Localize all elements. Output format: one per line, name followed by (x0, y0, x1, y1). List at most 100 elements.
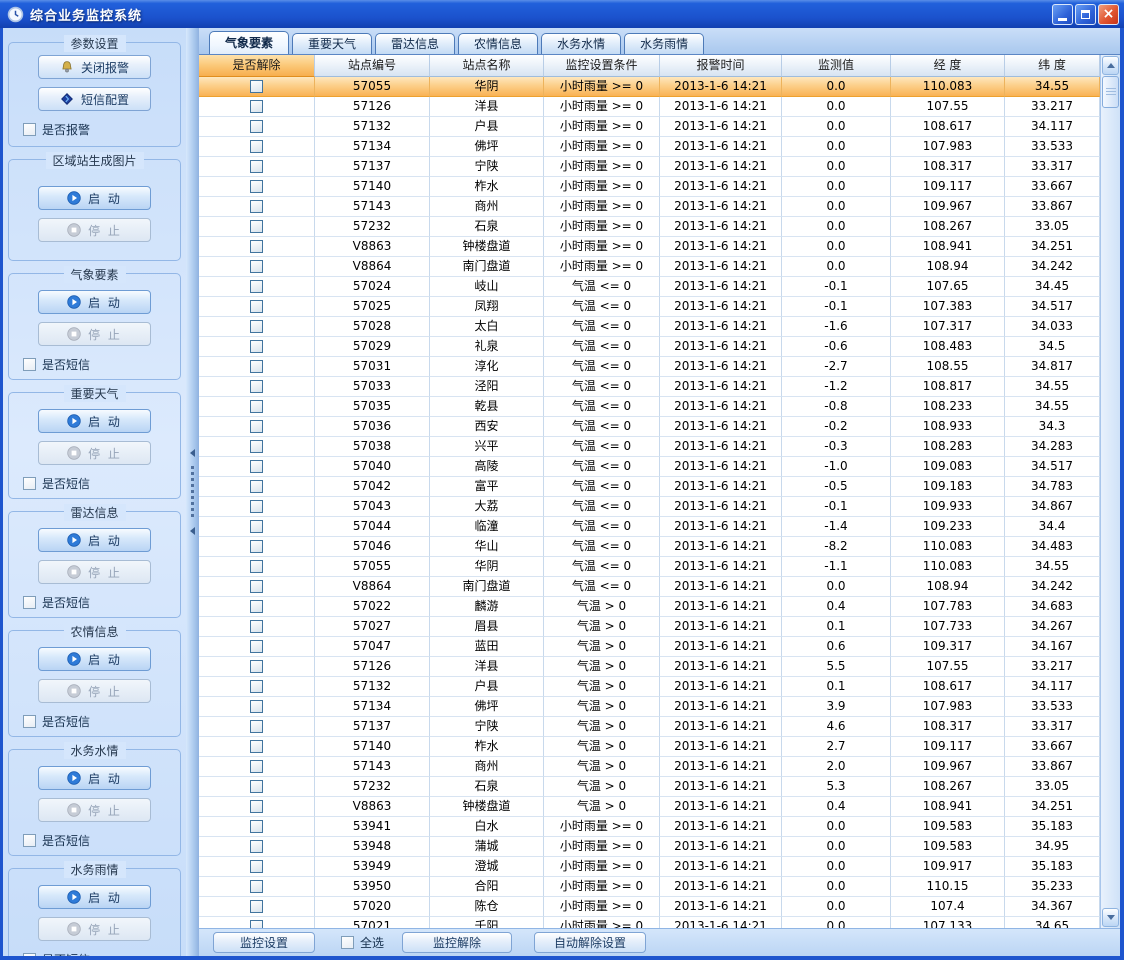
column-header-4[interactable]: 报警时间 (660, 55, 782, 77)
row-unlock-checkbox[interactable] (250, 200, 263, 213)
row-unlock-checkbox[interactable] (250, 840, 263, 853)
start-button[interactable]: 启 动 (38, 186, 151, 210)
tab-3[interactable]: 农情信息 (458, 33, 538, 54)
table-row[interactable]: 53948 蒲城 小时雨量 >= 0 2013-1-6 14:21 0.0 10… (199, 837, 1100, 857)
start-button[interactable]: 启 动 (38, 647, 151, 671)
stop-button[interactable]: 停 止 (38, 218, 151, 242)
row-unlock-checkbox[interactable] (250, 180, 263, 193)
table-row[interactable]: 57143 商州 气温 > 0 2013-1-6 14:21 2.0 109.9… (199, 757, 1100, 777)
column-header-5[interactable]: 监测值 (782, 55, 891, 77)
row-unlock-checkbox[interactable] (250, 900, 263, 913)
table-row[interactable]: 57025 凤翔 气温 <= 0 2013-1-6 14:21 -0.1 107… (199, 297, 1100, 317)
row-unlock-checkbox[interactable] (250, 120, 263, 133)
alarm-enabled-checkbox[interactable]: 是否报警 (23, 121, 180, 138)
tab-2[interactable]: 雷达信息 (375, 33, 455, 54)
sms-checkbox[interactable]: 是否短信 (23, 832, 180, 849)
table-row[interactable]: 57232 石泉 小时雨量 >= 0 2013-1-6 14:21 0.0 10… (199, 217, 1100, 237)
table-row[interactable]: 57038 兴平 气温 <= 0 2013-1-6 14:21 -0.3 108… (199, 437, 1100, 457)
table-row[interactable]: 53950 合阳 小时雨量 >= 0 2013-1-6 14:21 0.0 11… (199, 877, 1100, 897)
vertical-scrollbar[interactable] (1100, 55, 1120, 928)
row-unlock-checkbox[interactable] (250, 260, 263, 273)
stop-button[interactable]: 停 止 (38, 917, 151, 941)
table-row[interactable]: 57046 华山 气温 <= 0 2013-1-6 14:21 -8.2 110… (199, 537, 1100, 557)
row-unlock-checkbox[interactable] (250, 500, 263, 513)
row-unlock-checkbox[interactable] (250, 540, 263, 553)
table-row[interactable]: 57042 富平 气温 <= 0 2013-1-6 14:21 -0.5 109… (199, 477, 1100, 497)
row-unlock-checkbox[interactable] (250, 400, 263, 413)
row-unlock-checkbox[interactable] (250, 320, 263, 333)
table-row[interactable]: 57047 蓝田 气温 > 0 2013-1-6 14:21 0.6 109.3… (199, 637, 1100, 657)
sidebar-splitter[interactable] (186, 28, 199, 956)
minimize-button[interactable] (1052, 4, 1073, 25)
table-row[interactable]: 57134 佛坪 气温 > 0 2013-1-6 14:21 3.9 107.9… (199, 697, 1100, 717)
sms-checkbox[interactable]: 是否短信 (23, 594, 180, 611)
table-row[interactable]: 57137 宁陕 小时雨量 >= 0 2013-1-6 14:21 0.0 10… (199, 157, 1100, 177)
row-unlock-checkbox[interactable] (250, 160, 263, 173)
table-row[interactable]: V8864 南门盘道 气温 <= 0 2013-1-6 14:21 0.0 10… (199, 577, 1100, 597)
row-unlock-checkbox[interactable] (250, 100, 263, 113)
row-unlock-checkbox[interactable] (250, 380, 263, 393)
row-unlock-checkbox[interactable] (250, 280, 263, 293)
row-unlock-checkbox[interactable] (250, 340, 263, 353)
auto-release-settings-button[interactable]: 自动解除设置 (534, 932, 646, 953)
tab-0[interactable]: 气象要素 (209, 31, 289, 54)
row-unlock-checkbox[interactable] (250, 560, 263, 573)
column-header-1[interactable]: 站点编号 (315, 55, 430, 77)
stop-button[interactable]: 停 止 (38, 798, 151, 822)
select-all-checkbox[interactable]: 全选 (341, 934, 384, 951)
tab-5[interactable]: 水务雨情 (624, 33, 704, 54)
stop-button[interactable]: 停 止 (38, 679, 151, 703)
table-row[interactable]: 57040 高陵 气温 <= 0 2013-1-6 14:21 -1.0 109… (199, 457, 1100, 477)
row-unlock-checkbox[interactable] (250, 800, 263, 813)
row-unlock-checkbox[interactable] (250, 360, 263, 373)
table-row[interactable]: 57132 户县 气温 > 0 2013-1-6 14:21 0.1 108.6… (199, 677, 1100, 697)
column-header-3[interactable]: 监控设置条件 (544, 55, 660, 77)
row-unlock-checkbox[interactable] (250, 920, 263, 928)
column-header-2[interactable]: 站点名称 (430, 55, 544, 77)
close-button[interactable]: × (1098, 4, 1119, 25)
start-button[interactable]: 启 动 (38, 409, 151, 433)
table-row[interactable]: 57137 宁陕 气温 > 0 2013-1-6 14:21 4.6 108.3… (199, 717, 1100, 737)
maximize-button[interactable] (1075, 4, 1096, 25)
row-unlock-checkbox[interactable] (250, 660, 263, 673)
sms-config-button[interactable]: 短信配置 (38, 87, 151, 111)
stop-button[interactable]: 停 止 (38, 441, 151, 465)
monitor-set-button[interactable]: 监控设置 (213, 932, 315, 953)
row-unlock-checkbox[interactable] (250, 620, 263, 633)
table-row[interactable]: 57035 乾县 气温 <= 0 2013-1-6 14:21 -0.8 108… (199, 397, 1100, 417)
table-row[interactable]: 57055 华阴 小时雨量 >= 0 2013-1-6 14:21 0.0 11… (199, 77, 1100, 97)
scrollbar-down-button[interactable] (1102, 908, 1119, 927)
row-unlock-checkbox[interactable] (250, 480, 263, 493)
table-row[interactable]: 57044 临潼 气温 <= 0 2013-1-6 14:21 -1.4 109… (199, 517, 1100, 537)
table-row[interactable]: 57027 眉县 气温 > 0 2013-1-6 14:21 0.1 107.7… (199, 617, 1100, 637)
row-unlock-checkbox[interactable] (250, 220, 263, 233)
table-row[interactable]: V8863 钟楼盘道 小时雨量 >= 0 2013-1-6 14:21 0.0 … (199, 237, 1100, 257)
table-row[interactable]: V8864 南门盘道 小时雨量 >= 0 2013-1-6 14:21 0.0 … (199, 257, 1100, 277)
row-unlock-checkbox[interactable] (250, 600, 263, 613)
table-row[interactable]: 57043 大荔 气温 <= 0 2013-1-6 14:21 -0.1 109… (199, 497, 1100, 517)
table-row[interactable]: 57132 户县 小时雨量 >= 0 2013-1-6 14:21 0.0 10… (199, 117, 1100, 137)
column-header-6[interactable]: 经 度 (891, 55, 1005, 77)
table-row[interactable]: 57140 柞水 气温 > 0 2013-1-6 14:21 2.7 109.1… (199, 737, 1100, 757)
row-unlock-checkbox[interactable] (250, 860, 263, 873)
row-unlock-checkbox[interactable] (250, 640, 263, 653)
table-row[interactable]: 57021 千阳 小时雨量 >= 0 2013-1-6 14:21 0.0 10… (199, 917, 1100, 928)
table-row[interactable]: 57126 洋县 气温 > 0 2013-1-6 14:21 5.5 107.5… (199, 657, 1100, 677)
table-row[interactable]: 53941 白水 小时雨量 >= 0 2013-1-6 14:21 0.0 10… (199, 817, 1100, 837)
start-button[interactable]: 启 动 (38, 528, 151, 552)
row-unlock-checkbox[interactable] (250, 460, 263, 473)
row-unlock-checkbox[interactable] (250, 700, 263, 713)
start-button[interactable]: 启 动 (38, 290, 151, 314)
tab-4[interactable]: 水务水情 (541, 33, 621, 54)
sms-checkbox[interactable]: 是否短信 (23, 951, 180, 956)
start-button[interactable]: 启 动 (38, 885, 151, 909)
table-row[interactable]: 57055 华阴 气温 <= 0 2013-1-6 14:21 -1.1 110… (199, 557, 1100, 577)
row-unlock-checkbox[interactable] (250, 80, 263, 93)
column-header-0[interactable]: 是否解除 (199, 55, 315, 77)
table-row[interactable]: 57028 太白 气温 <= 0 2013-1-6 14:21 -1.6 107… (199, 317, 1100, 337)
row-unlock-checkbox[interactable] (250, 820, 263, 833)
table-row[interactable]: 57033 泾阳 气温 <= 0 2013-1-6 14:21 -1.2 108… (199, 377, 1100, 397)
row-unlock-checkbox[interactable] (250, 580, 263, 593)
table-row[interactable]: 57020 陈仓 小时雨量 >= 0 2013-1-6 14:21 0.0 10… (199, 897, 1100, 917)
stop-button[interactable]: 停 止 (38, 560, 151, 584)
